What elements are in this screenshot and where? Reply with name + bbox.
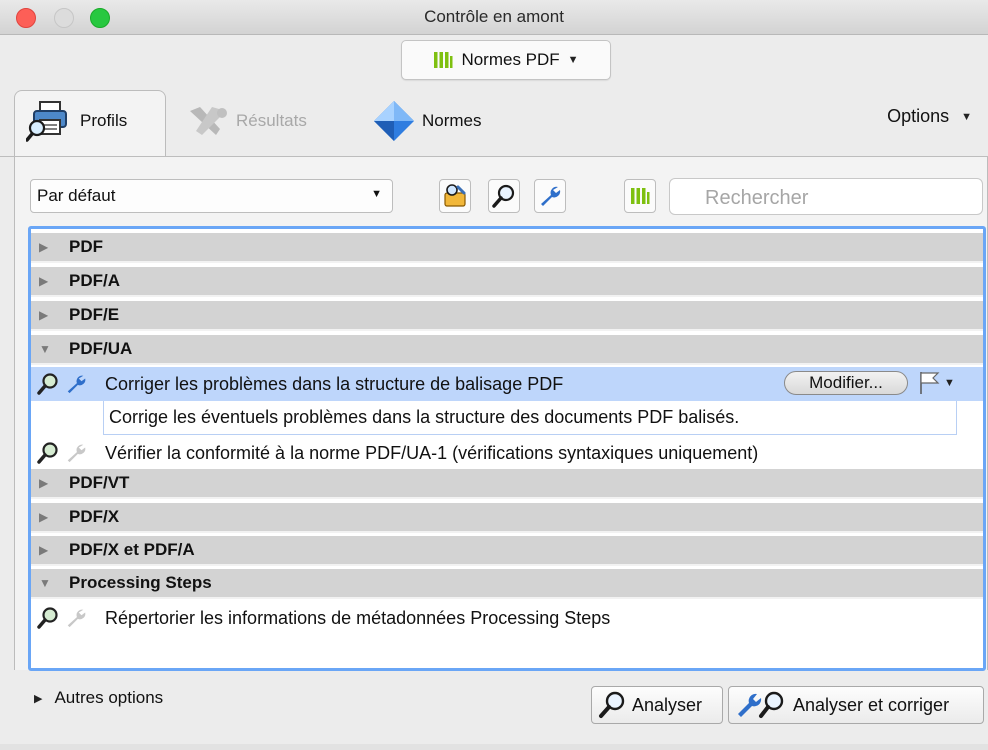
tab-normes-label: Normes [422, 111, 482, 130]
magnifier-icon [492, 184, 515, 208]
blue-diamond-icon [374, 101, 414, 141]
tree-group-pdfvt[interactable]: ▶ PDF/VT [31, 469, 983, 499]
printer-magnifier-icon [26, 101, 67, 142]
standards-filter-button[interactable] [624, 179, 656, 213]
analyse-button-label: Analyser [632, 694, 703, 715]
wrench-disabled-icon [67, 444, 86, 463]
tree-group-processing-steps[interactable]: ▼ Processing Steps [31, 569, 983, 599]
magnifier-icon [599, 691, 625, 718]
profile-description: Corrige les éventuels problèmes dans la … [103, 401, 957, 435]
tree-group-label: PDF/A [69, 271, 120, 290]
chevron-down-icon: ▼ [567, 54, 579, 66]
chevron-down-icon: ▼ [961, 110, 972, 123]
tree-group-pdfua[interactable]: ▼ PDF/UA [31, 335, 983, 365]
tree-group-pdfe[interactable]: ▶ PDF/E [31, 301, 983, 331]
disclosure-triangle-icon[interactable]: ▶ [39, 308, 51, 322]
find-and-fix-button[interactable] [439, 179, 471, 213]
options-menu[interactable]: Options ▼ [887, 106, 972, 127]
profile-row-label: Répertorier les informations de métadonn… [105, 607, 611, 628]
search-placeholder: Rechercher [705, 187, 809, 209]
analyse-only-filter-button[interactable] [488, 179, 520, 213]
tree-group-pdfx[interactable]: ▶ PDF/X [31, 503, 983, 533]
tree-group-label: PDF/E [69, 305, 120, 324]
disclosure-triangle-icon[interactable]: ▶ [39, 240, 51, 254]
search-input[interactable]: Rechercher [669, 178, 983, 215]
disclosure-triangle-icon: ▶ [34, 692, 43, 705]
tree-group-label: PDF/VT [69, 473, 130, 492]
tree-group-label: PDF [69, 237, 103, 256]
profile-row-icons [31, 607, 105, 629]
wrench-icon [67, 375, 86, 394]
profile-library-dropdown[interactable]: Par défaut ▼ [30, 179, 393, 213]
standards-selector[interactable]: Normes PDF ▼ [401, 40, 611, 80]
disclosure-triangle-expanded-icon[interactable]: ▼ [39, 576, 51, 590]
profile-row-pdfua-verify[interactable]: Vérifier la conformité à la norme PDF/UA… [31, 436, 983, 470]
tab-normes[interactable]: Normes [372, 96, 482, 146]
analyse-and-fix-button-label: Analyser et corriger [793, 694, 950, 715]
tools-cross-icon [190, 107, 227, 135]
analyse-button[interactable]: Analyser [591, 686, 723, 724]
wrench-magnifier-icon [738, 691, 784, 718]
options-label: Options [887, 106, 950, 126]
profile-row-label: Corriger les problèmes dans la structure… [105, 373, 564, 394]
more-options-disclosure[interactable]: ▶ Autres options [34, 688, 163, 708]
tab-resultats-label: Résultats [236, 111, 307, 130]
tree-group-label: PDF/UA [69, 339, 133, 358]
profiles-tree: ▶ PDF ▶ PDF/A ▶ PDF/E ▼ PDF/UA Corriger … [28, 226, 986, 671]
bar-chart-icon [434, 52, 453, 68]
tree-group-pdfx-pdfa[interactable]: ▶ PDF/X et PDF/A [31, 536, 983, 566]
more-options-label: Autres options [54, 688, 164, 707]
profile-row-icons [31, 442, 105, 464]
modify-button-label: Modifier... [809, 373, 883, 392]
magnifier-icon [37, 442, 58, 464]
chevron-down-icon: ▼ [944, 377, 955, 389]
tab-profils-label: Profils [80, 111, 128, 130]
bar-chart-icon [631, 188, 650, 204]
magnifier-icon [37, 607, 58, 629]
disclosure-triangle-icon[interactable]: ▶ [39, 274, 51, 288]
modify-button[interactable]: Modifier... [784, 371, 908, 395]
profile-row-processing-steps[interactable]: Répertorier les informations de métadonn… [31, 601, 983, 635]
flag-icon [920, 372, 940, 394]
tree-group-pdfa[interactable]: ▶ PDF/A [31, 267, 983, 297]
profile-row-icons [31, 373, 105, 395]
magnifier-icon [37, 373, 58, 395]
disclosure-triangle-expanded-icon[interactable]: ▼ [39, 342, 51, 356]
tab-resultats[interactable]: Résultats [186, 96, 307, 146]
profile-description-text: Corrige les éventuels problèmes dans la … [109, 407, 740, 427]
tree-group-label: PDF/X [69, 507, 120, 526]
chevron-down-icon: ▼ [371, 188, 382, 200]
analyse-and-fix-button[interactable]: Analyser et corriger [728, 686, 984, 724]
profile-row-pdfua-fix[interactable]: Corriger les problèmes dans la structure… [31, 367, 983, 401]
wrench-icon [541, 186, 561, 206]
tree-group-label: PDF/X et PDF/A [69, 540, 195, 559]
disclosure-triangle-icon[interactable]: ▶ [39, 510, 51, 524]
window-bottom-edge [0, 744, 988, 750]
fixup-toolbox-icon [444, 184, 466, 207]
disclosure-triangle-icon[interactable]: ▶ [39, 476, 51, 490]
tree-group-pdf[interactable]: ▶ PDF [31, 233, 983, 263]
flag-dropdown[interactable]: ▼ [916, 369, 956, 397]
wrench-disabled-icon [67, 609, 86, 628]
fixup-filter-button[interactable] [534, 179, 566, 213]
tree-group-label: Processing Steps [69, 573, 212, 592]
profile-row-label: Vérifier la conformité à la norme PDF/UA… [105, 442, 759, 463]
tab-profils[interactable]: Profils [26, 96, 127, 146]
standards-selector-label: Normes PDF [461, 50, 560, 69]
window-title: Contrôle en amont [424, 7, 564, 26]
title-bar: Contrôle en amont [0, 0, 988, 35]
disclosure-triangle-icon[interactable]: ▶ [39, 543, 51, 557]
profile-library-value: Par défaut [37, 186, 116, 205]
